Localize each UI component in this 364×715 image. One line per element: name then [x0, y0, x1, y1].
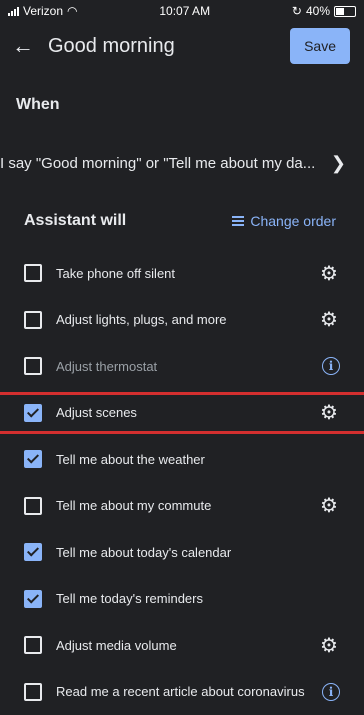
info-icon[interactable]: i	[322, 683, 340, 701]
action-checkbox[interactable]	[24, 590, 42, 608]
action-row[interactable]: Tell me about the weather	[0, 436, 364, 483]
action-label: Tell me about today's calendar	[56, 545, 340, 560]
battery-icon	[334, 6, 356, 17]
status-left: Verizon ◠	[8, 4, 78, 18]
carrier-label: Verizon	[23, 4, 63, 18]
action-row[interactable]: Take phone off silent⚙	[0, 250, 364, 297]
action-row[interactable]: Read me a recent article about coronavir…	[0, 669, 364, 715]
gear-icon[interactable]: ⚙	[318, 261, 340, 286]
action-checkbox[interactable]	[24, 543, 42, 561]
action-row[interactable]: Adjust media volume⚙	[0, 622, 364, 669]
reorder-icon	[232, 216, 244, 226]
action-label: Take phone off silent	[56, 266, 318, 281]
action-label: Adjust scenes	[56, 405, 318, 420]
trigger-row[interactable]: I say "Good morning" or "Tell me about m…	[0, 150, 364, 176]
battery-percent: 40%	[306, 4, 330, 18]
action-row[interactable]: Adjust lights, plugs, and more⚙	[0, 297, 364, 344]
top-bar: ← Good morning Save	[0, 22, 364, 70]
action-label: Tell me about my commute	[56, 498, 318, 513]
action-checkbox[interactable]	[24, 683, 42, 701]
action-checkbox[interactable]	[24, 497, 42, 515]
info-icon[interactable]: i	[322, 357, 340, 375]
action-row[interactable]: Adjust thermostati	[0, 343, 364, 390]
action-row[interactable]: Tell me today's reminders	[0, 576, 364, 623]
action-checkbox[interactable]	[24, 311, 42, 329]
assistant-header: Assistant will Change order	[0, 212, 364, 230]
rotation-lock-icon: ↻	[292, 4, 302, 18]
action-checkbox[interactable]	[24, 264, 42, 282]
trigger-text: I say "Good morning" or "Tell me about m…	[0, 155, 315, 172]
status-bar: Verizon ◠ 10:07 AM ↻ 40%	[0, 0, 364, 22]
page-title: Good morning	[48, 35, 290, 58]
when-heading: When	[0, 96, 76, 114]
action-list: Take phone off silent⚙Adjust lights, plu…	[0, 250, 364, 715]
signal-icon	[8, 6, 19, 16]
wifi-icon: ◠	[67, 4, 77, 18]
save-button[interactable]: Save	[290, 28, 350, 64]
action-label: Adjust lights, plugs, and more	[56, 312, 318, 327]
gear-icon[interactable]: ⚙	[318, 400, 340, 425]
change-order-button[interactable]: Change order	[232, 213, 336, 229]
action-checkbox[interactable]	[24, 450, 42, 468]
action-label: Read me a recent article about coronavir…	[56, 684, 322, 699]
status-time: 10:07 AM	[159, 4, 210, 18]
assistant-heading: Assistant will	[0, 212, 142, 230]
change-order-label: Change order	[250, 213, 336, 229]
gear-icon[interactable]: ⚙	[318, 633, 340, 658]
action-label: Tell me today's reminders	[56, 591, 340, 606]
action-checkbox[interactable]	[24, 404, 42, 422]
action-label: Adjust media volume	[56, 638, 318, 653]
action-row[interactable]: Adjust scenes⚙	[0, 390, 364, 437]
back-arrow-icon[interactable]: ←	[12, 33, 40, 59]
action-row[interactable]: Tell me about my commute⚙	[0, 483, 364, 530]
action-row[interactable]: Tell me about today's calendar	[0, 529, 364, 576]
gear-icon[interactable]: ⚙	[318, 307, 340, 332]
action-checkbox[interactable]	[24, 357, 42, 375]
action-label: Tell me about the weather	[56, 452, 340, 467]
action-label: Adjust thermostat	[56, 359, 322, 374]
chevron-right-icon: ❯	[331, 153, 346, 174]
gear-icon[interactable]: ⚙	[318, 493, 340, 518]
action-checkbox[interactable]	[24, 636, 42, 654]
status-right: ↻ 40%	[292, 4, 356, 18]
